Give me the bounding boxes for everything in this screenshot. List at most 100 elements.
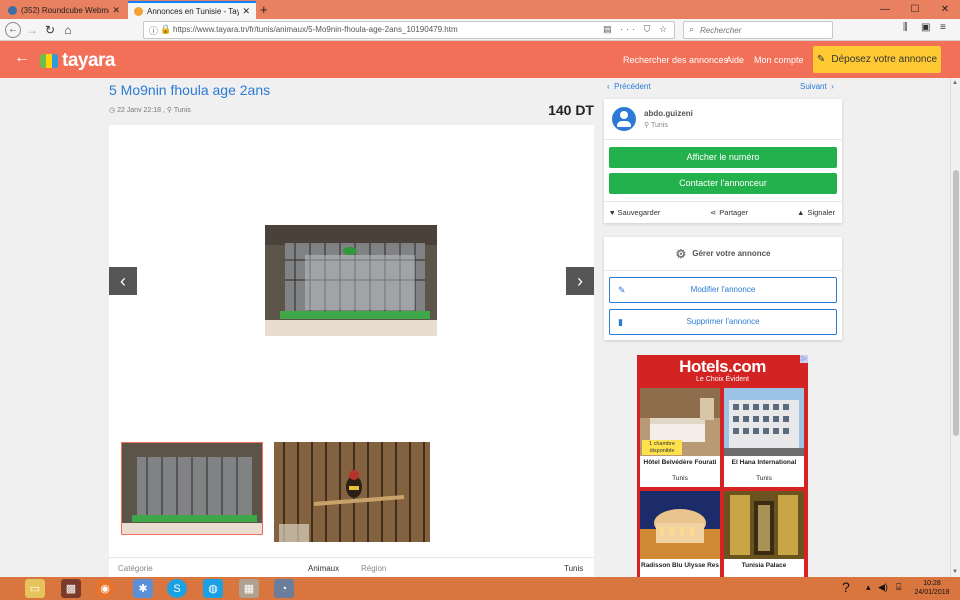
post-ad-button[interactable]: ✎ Déposez votre annonce — [813, 46, 941, 73]
ad-title: 5 Mo9nin fhoula age 2ans — [109, 82, 271, 98]
page-actions-icons[interactable]: ▤ ··· ⛉ ☆ — [603, 24, 670, 35]
category-label: Catégorie — [118, 564, 153, 573]
url-text[interactable]: https://www.tayara.tn/fr/tunis/animaux/5… — [173, 25, 458, 34]
volume-icon[interactable]: ◀) — [878, 582, 888, 593]
media-app-icon[interactable]: ◔ — [274, 579, 294, 598]
search-icon: ⌕ — [689, 24, 695, 34]
report-label: Signaler — [807, 208, 835, 217]
scroll-up-icon[interactable]: ▲ — [952, 80, 958, 86]
contact-seller-button[interactable]: Contacter l'annonceur — [609, 173, 837, 194]
help-link[interactable]: Aide — [726, 55, 744, 65]
system-clock[interactable]: 10:28 24/01/2018 — [912, 579, 952, 597]
library-icon[interactable]: ⫼ — [903, 22, 908, 33]
skype-icon[interactable]: S — [167, 579, 187, 598]
browser-toolbar: ← → ↻ ⌂ ⓘ 🔒 https://www.tayara.tn/fr/tun… — [0, 19, 960, 41]
tayara-logo[interactable]: tayara — [40, 50, 116, 72]
save-ad-button[interactable]: ♥ Sauvegarder — [610, 208, 660, 217]
region-label: Région — [361, 564, 387, 573]
hotel-card[interactable]: El Hana International Tunis — [724, 388, 804, 487]
vpn-app-icon[interactable]: ◍ — [203, 579, 223, 598]
menu-icon[interactable]: ≡ — [940, 22, 946, 33]
browser-search-input[interactable] — [700, 24, 828, 36]
photo-thumbnail[interactable] — [121, 442, 263, 535]
minimize-window-button[interactable]: — — [870, 0, 900, 19]
network-icon[interactable]: ⌸ — [896, 582, 901, 593]
clock-date: 24/01/2018 — [914, 589, 950, 596]
logo-text: tayara — [62, 50, 116, 71]
share-icon: ⋖ — [710, 208, 717, 217]
share-button[interactable]: ⋖ Partager — [710, 208, 748, 217]
windows-taskbar: ▭ ▩ ◉ ✱ S ◍ ▦ ◔ ? ▴ ◀) ⌸ 10:28 24/01/201… — [0, 577, 960, 600]
address-bar[interactable]: ⓘ 🔒 https://www.tayara.tn/fr/tunis/anima… — [143, 21, 675, 39]
pencil-icon: ✎ — [618, 285, 626, 295]
tab-close-icon[interactable]: ✕ — [112, 5, 120, 16]
divider — [604, 201, 842, 202]
close-window-button[interactable]: ✕ — [930, 0, 960, 19]
manage-ad-card: ⚙ Gérer votre annonce ✎ Modifier l'annonce… — [604, 237, 842, 340]
hotels-logo: Hotels.com — [679, 357, 766, 376]
roundcube-favicon-icon — [8, 5, 17, 15]
help-icon[interactable]: ? — [842, 579, 850, 595]
edit-ad-button[interactable]: ✎ Modifier l'annonce — [609, 277, 837, 303]
browser-tab-webmail[interactable]: (352) Roundcube Webmail 1.3.0 ✕ — [2, 1, 126, 19]
photo-app-icon[interactable]: ▩ — [61, 579, 81, 598]
home-icon[interactable]: ⌂ — [60, 22, 76, 38]
browser-tab-tayara[interactable]: Annonces en Tunisie - Tayara.tn ✕ — [128, 1, 256, 19]
sidebar-toggle-icon[interactable]: ▣ — [921, 22, 930, 33]
paint-app-icon[interactable]: ▦ — [239, 579, 259, 598]
manage-ad-title: ⚙ Gérer votre annonce — [604, 247, 842, 261]
browser-forward-icon[interactable]: → — [24, 22, 40, 38]
scrollbar-thumb[interactable] — [953, 170, 959, 436]
hotel-resort-photo — [640, 491, 720, 559]
trash-icon: ▮ — [618, 317, 623, 327]
tray-expand-icon[interactable]: ▴ — [866, 582, 871, 593]
photo-thumbnail[interactable] — [274, 442, 430, 542]
pencil-icon: ✎ — [816, 54, 826, 65]
previous-ad-link[interactable]: ‹ Précédent — [607, 82, 651, 91]
next-photo-button[interactable]: › — [566, 267, 594, 295]
tab-close-icon[interactable]: ✕ — [242, 6, 250, 17]
reload-icon[interactable]: ↻ — [42, 22, 58, 38]
previous-photo-button[interactable]: ‹ — [109, 267, 137, 295]
seller-location-text: Tunis — [650, 122, 668, 129]
seller-name[interactable]: abdo.guizeni — [644, 109, 693, 118]
region-value[interactable]: Tunis — [564, 564, 583, 573]
search-ads-link[interactable]: Rechercher des annonces — [623, 55, 728, 65]
site-header: ← tayara Rechercher des annonces Aide Mo… — [0, 41, 960, 78]
category-value[interactable]: Animaux — [308, 564, 339, 573]
hotel-name: El Hana International — [731, 459, 797, 466]
new-tab-button[interactable]: + — [260, 2, 268, 17]
hotel-card[interactable]: Tunisia Palace — [724, 491, 804, 577]
page-content: 5 Mo9nin fhoula age 2ans ◷ 22 Janv 22:18… — [0, 78, 950, 577]
browser-back-icon[interactable]: ← — [5, 22, 21, 38]
delete-ad-button[interactable]: ▮ Supprimer l'annonce — [609, 309, 837, 335]
next-ad-link[interactable]: Suivant › — [800, 82, 834, 91]
hotel-card[interactable]: 1 chambre disponible Hôtel Belvédère Fou… — [640, 388, 720, 487]
delete-ad-label: Supprimer l'annonce — [686, 317, 760, 326]
divider — [604, 270, 842, 271]
main-photo[interactable] — [265, 225, 437, 336]
site-info-icon[interactable]: ⓘ — [149, 24, 158, 37]
hotels-advertisement[interactable]: ▷ Hotels.com Le Choix Évident 1 chambre … — [637, 355, 808, 577]
hotel-card[interactable]: Radisson Blu Ulysse Resort & Thalasso, D… — [640, 491, 720, 577]
lock-warning-icon[interactable]: 🔒 — [160, 24, 171, 35]
vertical-scrollbar[interactable]: ▲ ▼ — [950, 78, 960, 577]
edit-ad-label: Modifier l'annonce — [690, 285, 756, 294]
account-link[interactable]: Mon compte — [754, 55, 804, 65]
browser-search-box[interactable]: ⌕ — [683, 21, 833, 39]
show-number-button[interactable]: Afficher le numéro — [609, 147, 837, 168]
report-button[interactable]: ▲ Signaler — [797, 208, 835, 217]
ad-details-row: Catégorie Animaux Région Tunis — [109, 557, 594, 577]
maximize-window-button[interactable]: ☐ — [900, 0, 930, 19]
hotels-tagline: Le Choix Évident — [696, 376, 749, 383]
puzzle-app-icon[interactable]: ✱ — [133, 579, 153, 598]
back-arrow-icon[interactable]: ← — [14, 49, 30, 67]
firefox-icon[interactable]: ◉ — [95, 579, 115, 598]
post-ad-label: Déposez votre annonce — [831, 54, 937, 65]
file-explorer-icon[interactable]: ▭ — [25, 579, 45, 598]
ad-meta: ◷ 22 Janv 22:18 , ⚲ Tunis — [109, 106, 191, 114]
tab-title: Annonces en Tunisie - Tayara.tn — [147, 6, 240, 16]
scroll-down-icon[interactable]: ▼ — [952, 569, 958, 575]
manage-title-text: Gérer votre annonce — [692, 249, 771, 258]
hotel-city: Tunis — [672, 475, 688, 482]
